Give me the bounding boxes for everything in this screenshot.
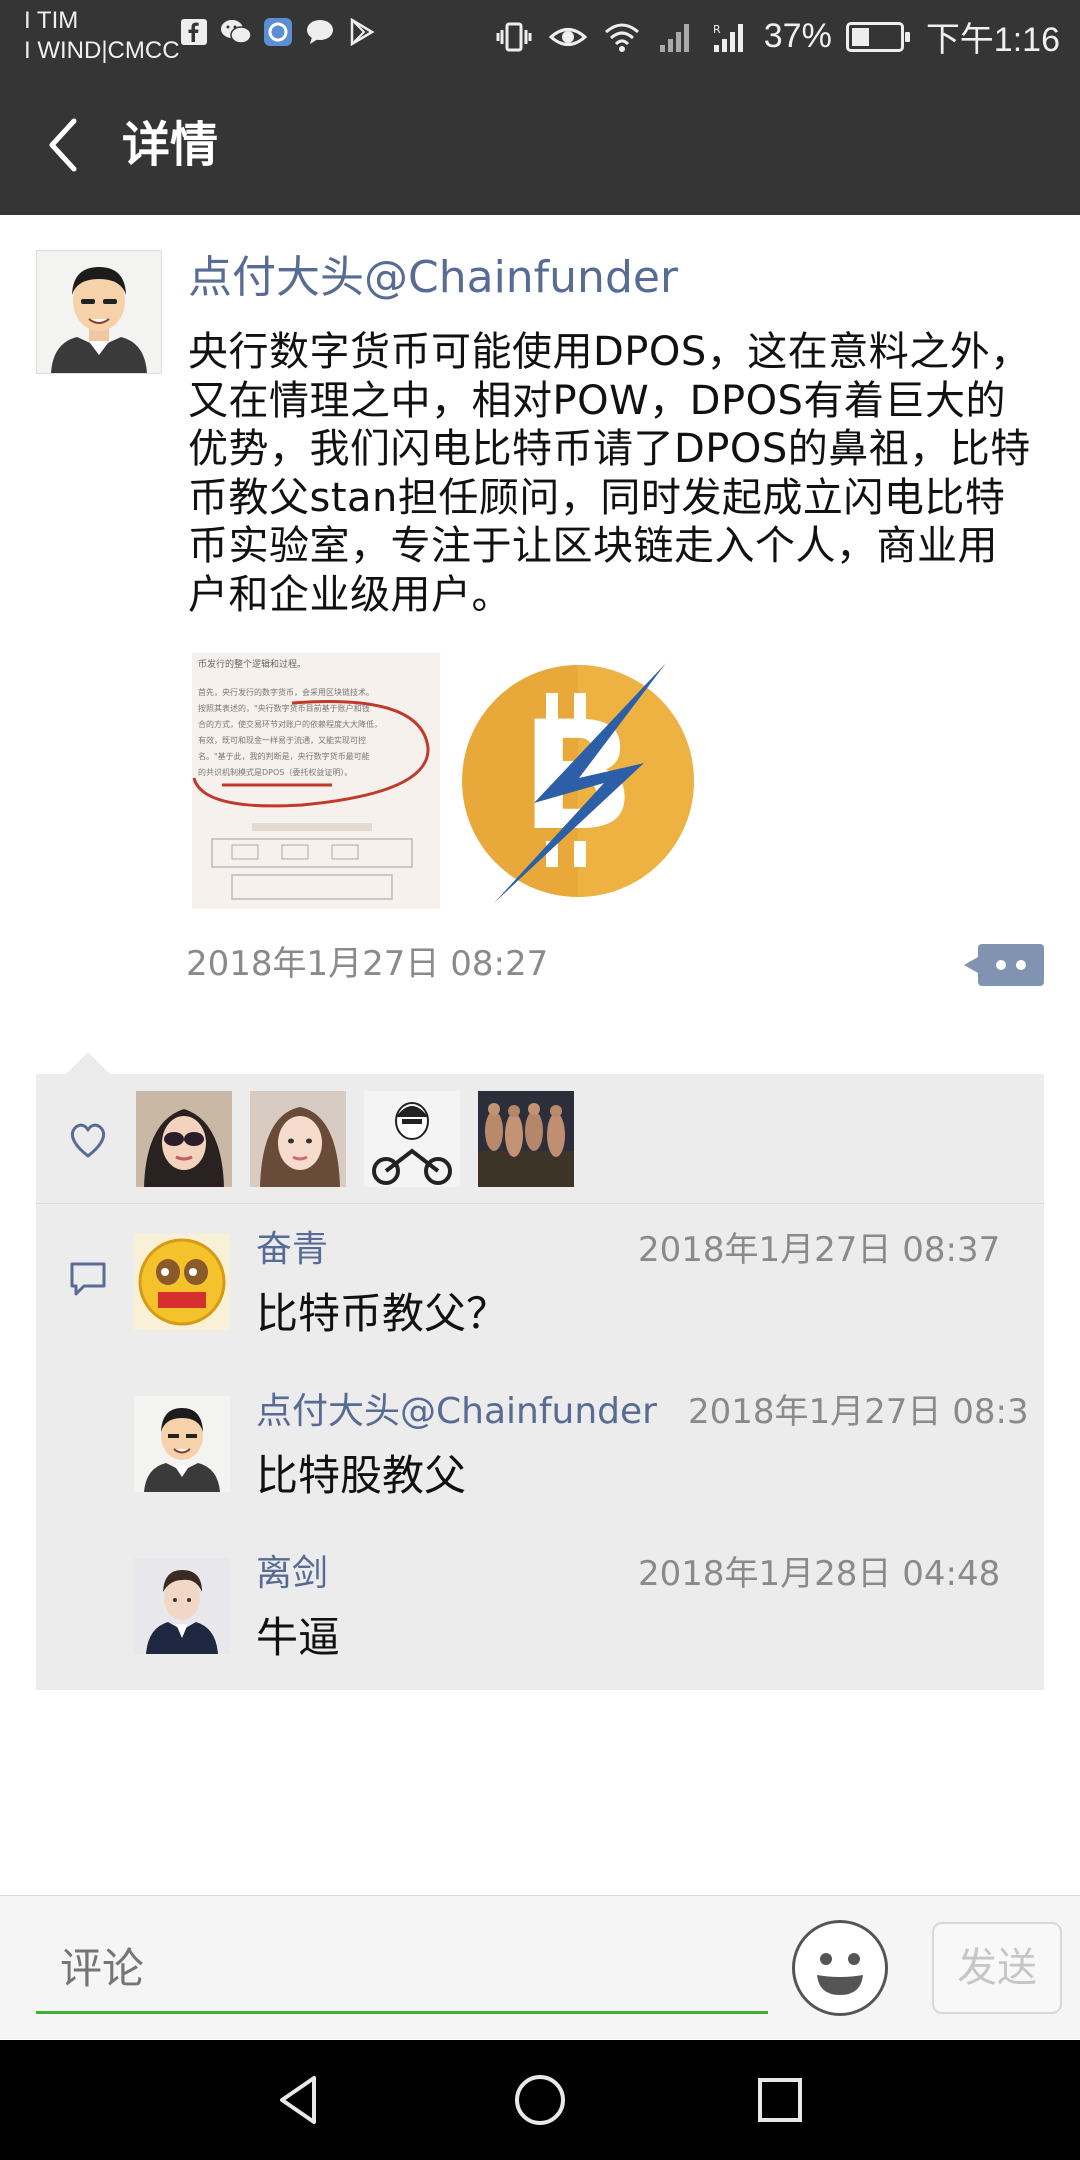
carrier-line2: I WIND|CMCC (24, 37, 180, 64)
wechat-icon (220, 16, 252, 48)
comment-author[interactable]: 离剑 (256, 1550, 328, 1598)
page-title: 详情 (122, 117, 219, 173)
heart-icon (70, 1123, 106, 1158)
doc-line: 有效，既可和现金一样易于流通，又能实现可控 (198, 735, 366, 745)
square-recents-icon (758, 2078, 802, 2122)
navigation-bar (0, 2040, 1080, 2160)
message-icon (304, 16, 336, 48)
commenter-avatar[interactable] (134, 1234, 230, 1330)
liker-avatar[interactable] (250, 1091, 346, 1187)
send-button[interactable]: 发送 (932, 1922, 1062, 2014)
post-time: 2018年1月27日 08:27 (186, 944, 549, 984)
comment-input[interactable] (36, 1926, 768, 2014)
nav-recents-button[interactable] (744, 2064, 816, 2136)
circle-home-icon (515, 2075, 565, 2125)
comment-author[interactable]: 点付大头@Chainfunder (256, 1388, 657, 1436)
dot-icon (996, 960, 1006, 970)
commenter-avatar[interactable] (134, 1558, 230, 1654)
carrier-line1: I TIM (24, 7, 79, 34)
facebook-icon (178, 16, 210, 48)
commenter-avatar[interactable] (134, 1396, 230, 1492)
likes-row (36, 1074, 1044, 1204)
comment-icon (70, 1262, 106, 1296)
post-image-bitcoin-logo[interactable]: B (454, 653, 716, 909)
nav-home-button[interactable] (504, 2064, 576, 2136)
doc-line: 按照其表述的，"央行数字货币目前基于账户和钱 (198, 703, 370, 713)
triangle-back-icon (280, 2076, 316, 2124)
wifi-icon (602, 17, 642, 57)
comment-text[interactable]: 比特股教父 (256, 1448, 466, 1504)
clock: 下午1:16 (925, 21, 1060, 59)
comment-author[interactable]: 奋青 (256, 1226, 328, 1274)
comment-bar: 发送 (0, 1895, 1080, 2039)
back-button[interactable] (34, 115, 94, 175)
dot-icon (1016, 960, 1026, 970)
smiley-icon (817, 1953, 863, 1995)
doc-line: 币发行的整个逻辑和过程。 (198, 658, 306, 670)
liker-avatar[interactable] (478, 1091, 574, 1187)
comment-time: 2018年1月27日 08:3 (688, 1392, 1029, 1432)
vibrate-icon (494, 17, 534, 57)
liker-avatar[interactable] (364, 1091, 460, 1187)
doc-line: 名。"基于此，我的判断是，央行数字货币最可能 (198, 751, 370, 761)
battery-percent: 37% (763, 17, 832, 55)
post-image-document[interactable]: 币发行的整个逻辑和过程。 首先，央行发行的数字货币，会采用区块链技术。 按照其表… (192, 653, 440, 909)
doc-line: 首先，央行发行的数字货币，会采用区块链技术。 (198, 687, 374, 697)
doc-line: 合的方式，使交易环节对账户的依赖程度大大降低， (198, 719, 382, 729)
post-author[interactable]: 点付大头@Chainfunder (188, 248, 678, 308)
interaction-block: 奋青 2018年1月27日 08:37 比特币教父？ 点付大头@Chainfun… (36, 1074, 1044, 1690)
more-actions-button[interactable] (964, 944, 1044, 986)
liker-avatar[interactable] (136, 1091, 232, 1187)
comment-time: 2018年1月27日 08:37 (638, 1230, 1001, 1270)
status-bar: I TIM I WIND|CMCC R 37% 下午1:16 (0, 0, 1080, 75)
comment-time: 2018年1月28日 04:48 (638, 1554, 1001, 1594)
emoji-button[interactable] (792, 1920, 888, 2016)
nav-back-button[interactable] (264, 2064, 336, 2136)
block-pointer (66, 1052, 110, 1074)
carrier-info: I TIM I WIND|CMCC (24, 6, 180, 66)
author-avatar[interactable] (36, 250, 162, 374)
app-square-icon (262, 16, 294, 48)
title-bar: 详情 (0, 75, 1080, 215)
svg-text:R: R (713, 23, 721, 36)
post-content: 央行数字货币可能使用DPOS，这在意料之外，又在情理之中，相对POW，DPOS有… (188, 329, 1031, 618)
eye-icon (548, 17, 588, 57)
comment-text[interactable]: 比特币教父？ (256, 1286, 508, 1342)
play-store-icon (346, 16, 378, 48)
system-status: R 37% 下午1:16 (494, 12, 1060, 61)
battery-icon (845, 21, 910, 52)
comment-text[interactable]: 牛逼 (256, 1610, 340, 1666)
chevron-left-icon (49, 118, 77, 172)
notification-icons (178, 16, 378, 48)
signal-r-icon: R (710, 17, 750, 57)
signal-icon (656, 17, 696, 57)
doc-line: 的共识机制模式是DPOS（委托权益证明）。 (198, 767, 352, 777)
